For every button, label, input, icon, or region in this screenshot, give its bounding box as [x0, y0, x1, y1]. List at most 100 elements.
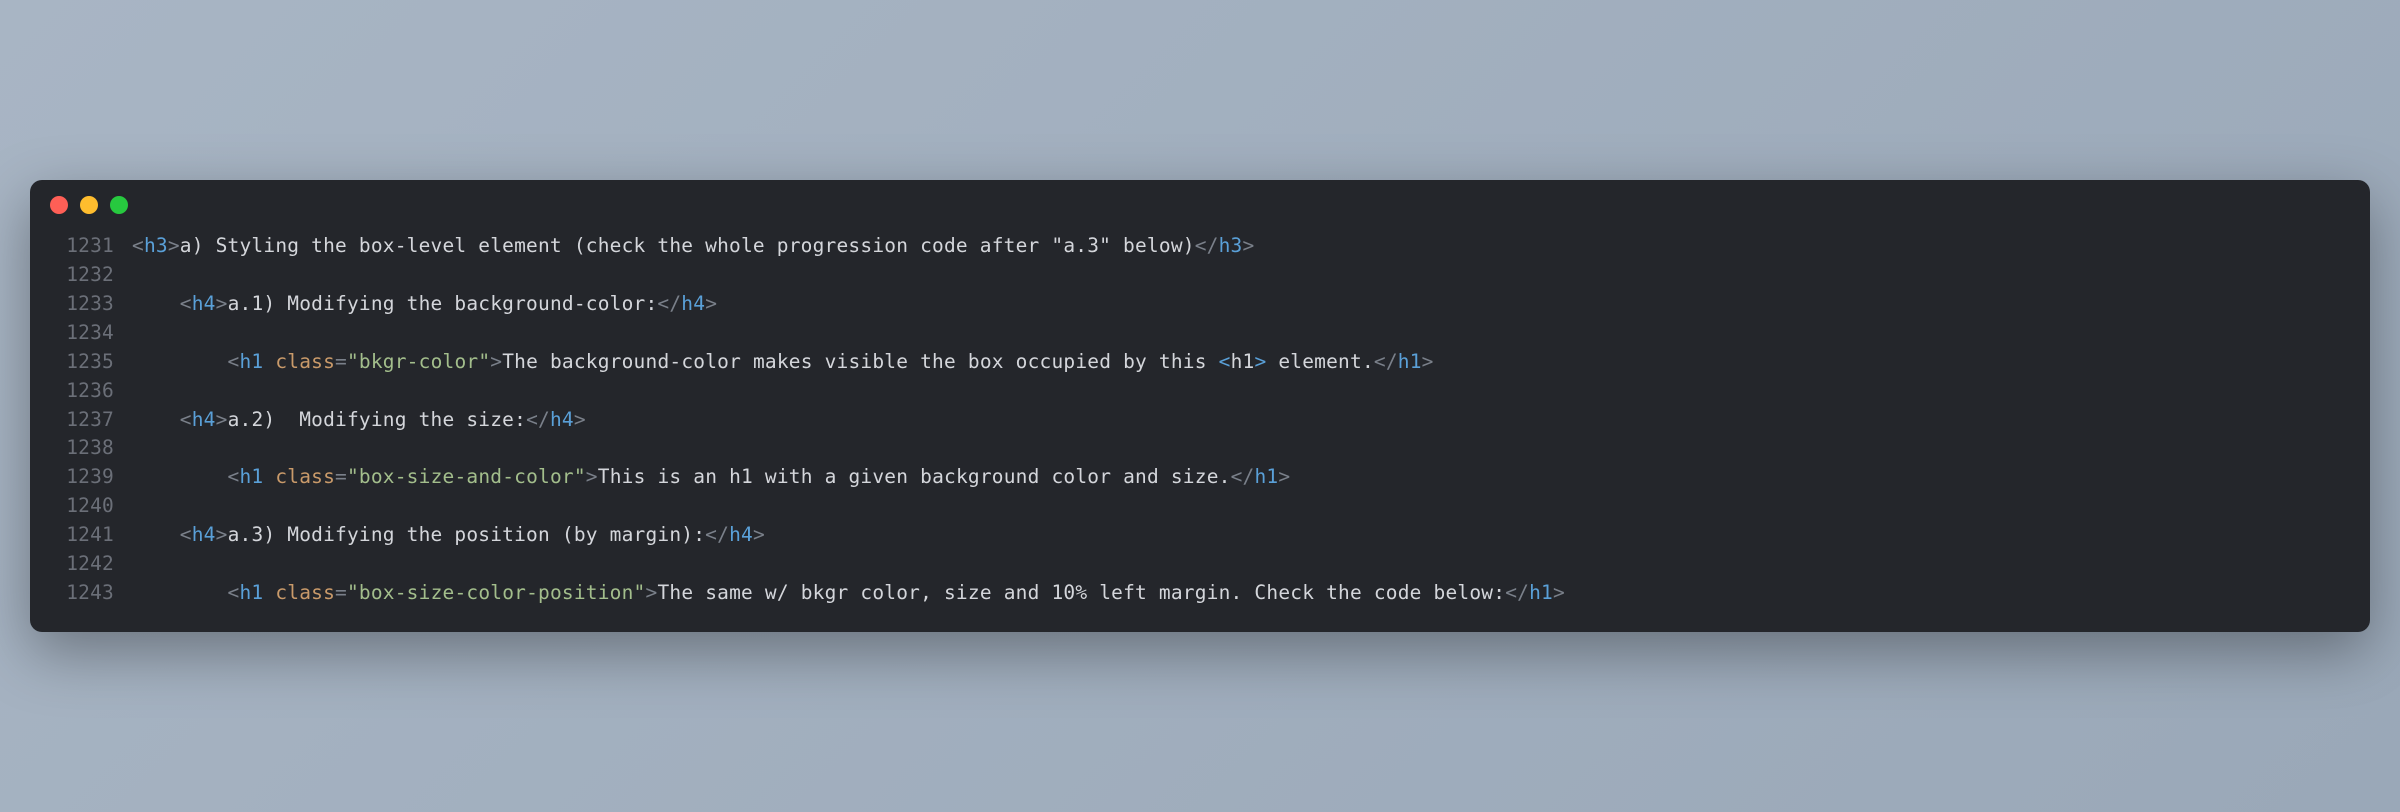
token-punct: </: [1231, 465, 1255, 488]
token-punct: >: [1422, 350, 1434, 373]
token-punct: >: [753, 523, 765, 546]
token-punct: >: [705, 292, 717, 315]
token-punct: <: [180, 408, 192, 431]
line-content: <h1 class="bkgr-color">The background-co…: [132, 348, 1434, 377]
code-line[interactable]: 1232: [54, 261, 2346, 290]
token-punct: </: [705, 523, 729, 546]
code-line[interactable]: 1233 <h4>a.1) Modifying the background-c…: [54, 290, 2346, 319]
close-icon[interactable]: [50, 196, 68, 214]
token-punct: >: [1553, 581, 1565, 604]
code-line[interactable]: 1241 <h4>a.3) Modifying the position (by…: [54, 521, 2346, 550]
code-line[interactable]: 1239 <h1 class="box-size-and-color">This…: [54, 463, 2346, 492]
token-tag: h1: [1398, 350, 1422, 373]
code-line[interactable]: 1238: [54, 434, 2346, 463]
token-tag: h4: [192, 523, 216, 546]
line-number: 1242: [54, 550, 114, 579]
token-text: a.1) Modifying the background-color:: [228, 292, 658, 315]
line-content: <h1 class="box-size-color-position">The …: [132, 579, 1565, 608]
line-number: 1243: [54, 579, 114, 608]
token-tag: h4: [192, 408, 216, 431]
token-tag: h4: [192, 292, 216, 315]
line-number: 1236: [54, 377, 114, 406]
token-text: [263, 350, 275, 373]
line-number: 1238: [54, 434, 114, 463]
editor-window: 1231<h3>a) Styling the box-level element…: [30, 180, 2370, 631]
code-line[interactable]: 1235 <h1 class="bkgr-color">The backgrou…: [54, 348, 2346, 377]
token-tag: h1: [1254, 465, 1278, 488]
line-number: 1235: [54, 348, 114, 377]
code-line[interactable]: 1234: [54, 319, 2346, 348]
token-text: a) Styling the box-level element (check …: [180, 234, 1195, 257]
code-line[interactable]: 1242: [54, 550, 2346, 579]
line-content: <h4>a.2) Modifying the size:</h4>: [132, 406, 586, 435]
token-punct: >: [1278, 465, 1290, 488]
code-line[interactable]: 1237 <h4>a.2) Modifying the size:</h4>: [54, 406, 2346, 435]
token-punct: >: [216, 292, 228, 315]
token-punct: <: [180, 292, 192, 315]
token-attr: class: [275, 465, 335, 488]
line-number: 1240: [54, 492, 114, 521]
token-punct: <: [228, 465, 240, 488]
token-tag: h4: [681, 292, 705, 315]
token-text: element.: [1266, 350, 1373, 373]
token-entity: >: [1254, 350, 1266, 373]
token-punct: =: [335, 581, 347, 604]
token-tag: h1: [239, 350, 263, 373]
token-attr: class: [275, 581, 335, 604]
token-string: "box-size-color-position": [347, 581, 646, 604]
token-text: The same w/ bkgr color, size and 10% lef…: [657, 581, 1505, 604]
token-punct: <: [228, 581, 240, 604]
token-entity: <: [1219, 350, 1231, 373]
token-text: h1: [1231, 350, 1255, 373]
token-string: "box-size-and-color": [347, 465, 586, 488]
token-string: "bkgr-color": [347, 350, 490, 373]
maximize-icon[interactable]: [110, 196, 128, 214]
token-punct: >: [645, 581, 657, 604]
line-content: <h1 class="box-size-and-color">This is a…: [132, 463, 1290, 492]
line-number: 1233: [54, 290, 114, 319]
token-text: [263, 581, 275, 604]
token-tag: h1: [1529, 581, 1553, 604]
token-punct: >: [168, 234, 180, 257]
token-punct: </: [657, 292, 681, 315]
line-number: 1231: [54, 232, 114, 261]
token-text: a.2) Modifying the size:: [228, 408, 527, 431]
line-number: 1232: [54, 261, 114, 290]
token-punct: =: [335, 350, 347, 373]
token-punct: >: [216, 523, 228, 546]
token-text: [263, 465, 275, 488]
token-text: The background-color makes visible the b…: [502, 350, 1218, 373]
token-tag: h1: [239, 465, 263, 488]
window-titlebar: [30, 180, 2370, 222]
line-number: 1239: [54, 463, 114, 492]
token-punct: <: [180, 523, 192, 546]
token-punct: </: [1374, 350, 1398, 373]
token-punct: =: [335, 465, 347, 488]
token-punct: >: [586, 465, 598, 488]
token-tag: h4: [729, 523, 753, 546]
line-content: <h3>a) Styling the box-level element (ch…: [132, 232, 1254, 261]
token-tag: h4: [550, 408, 574, 431]
token-punct: </: [1505, 581, 1529, 604]
line-number: 1237: [54, 406, 114, 435]
token-punct: <: [132, 234, 144, 257]
token-tag: h3: [1219, 234, 1243, 257]
code-line[interactable]: 1231<h3>a) Styling the box-level element…: [54, 232, 2346, 261]
code-line[interactable]: 1236: [54, 377, 2346, 406]
token-tag: h1: [239, 581, 263, 604]
token-punct: >: [1242, 234, 1254, 257]
token-attr: class: [275, 350, 335, 373]
token-punct: </: [526, 408, 550, 431]
code-line[interactable]: 1243 <h1 class="box-size-color-position"…: [54, 579, 2346, 608]
code-editor-area[interactable]: 1231<h3>a) Styling the box-level element…: [30, 222, 2370, 631]
line-content: <h4>a.3) Modifying the position (by marg…: [132, 521, 765, 550]
token-tag: h3: [144, 234, 168, 257]
token-text: This is an h1 with a given background co…: [598, 465, 1231, 488]
code-line[interactable]: 1240: [54, 492, 2346, 521]
line-number: 1234: [54, 319, 114, 348]
token-punct: >: [216, 408, 228, 431]
line-number: 1241: [54, 521, 114, 550]
minimize-icon[interactable]: [80, 196, 98, 214]
token-punct: </: [1195, 234, 1219, 257]
line-content: <h4>a.1) Modifying the background-color:…: [132, 290, 717, 319]
